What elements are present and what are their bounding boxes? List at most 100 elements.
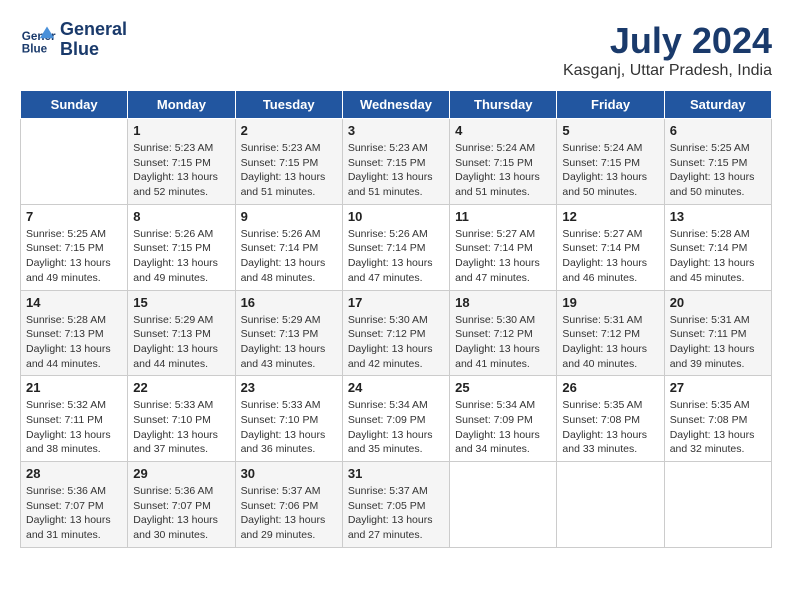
cell-info: Sunrise: 5:26 AM Sunset: 7:14 PM Dayligh… [241,227,337,286]
cell-info: Sunrise: 5:28 AM Sunset: 7:14 PM Dayligh… [670,227,766,286]
cell-info: Sunrise: 5:37 AM Sunset: 7:05 PM Dayligh… [348,484,444,543]
location-subtitle: Kasganj, Uttar Pradesh, India [563,62,772,80]
cell-info: Sunrise: 5:36 AM Sunset: 7:07 PM Dayligh… [26,484,122,543]
table-cell: 25 Sunrise: 5:34 AM Sunset: 7:09 PM Dayli… [450,376,557,462]
table-cell [664,462,771,548]
col-thursday: Thursday [450,91,557,119]
date-number: 3 [348,123,444,138]
date-number: 16 [241,295,337,310]
date-number: 20 [670,295,766,310]
cell-info: Sunrise: 5:24 AM Sunset: 7:15 PM Dayligh… [455,141,551,200]
table-cell: 11Sunrise: 5:27 AM Sunset: 7:14 PM Dayli… [450,204,557,290]
table-cell: 16Sunrise: 5:29 AM Sunset: 7:13 PM Dayli… [235,290,342,376]
date-number: 10 [348,209,444,224]
logo-icon: General Blue [20,22,56,58]
date-number: 29 [133,466,229,481]
table-cell: 4 Sunrise: 5:24 AM Sunset: 7:15 PM Daylig… [450,119,557,205]
cell-info: Sunrise: 5:26 AM Sunset: 7:14 PM Dayligh… [348,227,444,286]
col-saturday: Saturday [664,91,771,119]
cell-info: Sunrise: 5:36 AM Sunset: 7:07 PM Dayligh… [133,484,229,543]
table-cell: 14Sunrise: 5:28 AM Sunset: 7:13 PM Dayli… [21,290,128,376]
cell-info: Sunrise: 5:37 AM Sunset: 7:06 PM Dayligh… [241,484,337,543]
table-cell: 5Sunrise: 5:24 AM Sunset: 7:15 PM Daylig… [557,119,664,205]
week-row-2: 7 Sunrise: 5:25 AM Sunset: 7:15 PM Daylig… [21,204,772,290]
table-cell: 9 Sunrise: 5:26 AM Sunset: 7:14 PM Daylig… [235,204,342,290]
cell-info: Sunrise: 5:24 AM Sunset: 7:15 PM Dayligh… [562,141,658,200]
week-row-4: 21 Sunrise: 5:32 AM Sunset: 7:11 PM Dayli… [21,376,772,462]
table-cell: 17 Sunrise: 5:30 AM Sunset: 7:12 PM Dayli… [342,290,449,376]
logo-text-line1: General [60,20,127,40]
title-section: July 2024 Kasganj, Uttar Pradesh, India [563,20,772,80]
cell-info: Sunrise: 5:28 AM Sunset: 7:13 PM Dayligh… [26,313,122,372]
table-cell: 29 Sunrise: 5:36 AM Sunset: 7:07 PM Dayli… [128,462,235,548]
date-number: 12 [562,209,658,224]
table-cell: 19Sunrise: 5:31 AM Sunset: 7:12 PM Dayli… [557,290,664,376]
table-cell: 12 Sunrise: 5:27 AM Sunset: 7:14 PM Dayli… [557,204,664,290]
cell-info: Sunrise: 5:23 AM Sunset: 7:15 PM Dayligh… [348,141,444,200]
date-number: 7 [26,209,122,224]
month-year-title: July 2024 [563,20,772,62]
cell-info: Sunrise: 5:27 AM Sunset: 7:14 PM Dayligh… [455,227,551,286]
col-wednesday: Wednesday [342,91,449,119]
col-tuesday: Tuesday [235,91,342,119]
table-cell: 13 Sunrise: 5:28 AM Sunset: 7:14 PM Dayli… [664,204,771,290]
table-cell: 1Sunrise: 5:23 AM Sunset: 7:15 PM Daylig… [128,119,235,205]
date-number: 28 [26,466,122,481]
col-friday: Friday [557,91,664,119]
date-number: 31 [348,466,444,481]
date-number: 4 [455,123,551,138]
cell-info: Sunrise: 5:31 AM Sunset: 7:11 PM Dayligh… [670,313,766,372]
cell-info: Sunrise: 5:30 AM Sunset: 7:12 PM Dayligh… [455,313,551,372]
date-number: 2 [241,123,337,138]
cell-info: Sunrise: 5:23 AM Sunset: 7:15 PM Dayligh… [241,141,337,200]
date-number: 8 [133,209,229,224]
table-cell: 31 Sunrise: 5:37 AM Sunset: 7:05 PM Dayli… [342,462,449,548]
cell-info: Sunrise: 5:31 AM Sunset: 7:12 PM Dayligh… [562,313,658,372]
date-number: 21 [26,380,122,395]
cell-info: Sunrise: 5:33 AM Sunset: 7:10 PM Dayligh… [133,398,229,457]
table-cell: 26 Sunrise: 5:35 AM Sunset: 7:08 PM Dayli… [557,376,664,462]
date-number: 25 [455,380,551,395]
cell-info: Sunrise: 5:33 AM Sunset: 7:10 PM Dayligh… [241,398,337,457]
table-cell: 7 Sunrise: 5:25 AM Sunset: 7:15 PM Daylig… [21,204,128,290]
date-number: 26 [562,380,658,395]
week-row-3: 14Sunrise: 5:28 AM Sunset: 7:13 PM Dayli… [21,290,772,376]
date-number: 13 [670,209,766,224]
cell-info: Sunrise: 5:34 AM Sunset: 7:09 PM Dayligh… [455,398,551,457]
table-cell: 8 Sunrise: 5:26 AM Sunset: 7:15 PM Daylig… [128,204,235,290]
date-number: 23 [241,380,337,395]
table-cell: 21 Sunrise: 5:32 AM Sunset: 7:11 PM Dayli… [21,376,128,462]
table-cell: 28 Sunrise: 5:36 AM Sunset: 7:07 PM Dayli… [21,462,128,548]
week-row-5: 28 Sunrise: 5:36 AM Sunset: 7:07 PM Dayli… [21,462,772,548]
date-number: 22 [133,380,229,395]
table-cell: 24 Sunrise: 5:34 AM Sunset: 7:09 PM Dayli… [342,376,449,462]
table-cell: 10 Sunrise: 5:26 AM Sunset: 7:14 PM Dayli… [342,204,449,290]
cell-info: Sunrise: 5:35 AM Sunset: 7:08 PM Dayligh… [562,398,658,457]
table-cell: 2 Sunrise: 5:23 AM Sunset: 7:15 PM Daylig… [235,119,342,205]
cell-info: Sunrise: 5:27 AM Sunset: 7:14 PM Dayligh… [562,227,658,286]
cell-info: Sunrise: 5:30 AM Sunset: 7:12 PM Dayligh… [348,313,444,372]
cell-info: Sunrise: 5:29 AM Sunset: 7:13 PM Dayligh… [133,313,229,372]
cell-info: Sunrise: 5:25 AM Sunset: 7:15 PM Dayligh… [26,227,122,286]
table-cell: 23 Sunrise: 5:33 AM Sunset: 7:10 PM Dayli… [235,376,342,462]
date-number: 1 [133,123,229,138]
date-number: 24 [348,380,444,395]
cell-info: Sunrise: 5:34 AM Sunset: 7:09 PM Dayligh… [348,398,444,457]
cell-info: Sunrise: 5:26 AM Sunset: 7:15 PM Dayligh… [133,227,229,286]
table-cell [450,462,557,548]
header-row: Sunday Monday Tuesday Wednesday Thursday… [21,91,772,119]
cell-info: Sunrise: 5:25 AM Sunset: 7:15 PM Dayligh… [670,141,766,200]
cell-info: Sunrise: 5:32 AM Sunset: 7:11 PM Dayligh… [26,398,122,457]
logo: General Blue General Blue [20,20,127,60]
logo-text-line2: Blue [60,40,127,60]
page-header: General Blue General Blue July 2024 Kasg… [20,20,772,80]
col-sunday: Sunday [21,91,128,119]
date-number: 9 [241,209,337,224]
table-cell: 3 Sunrise: 5:23 AM Sunset: 7:15 PM Daylig… [342,119,449,205]
week-row-1: 1 Sunrise: 5:23 AM Sunset: 7:15 PM Daylig… [21,119,772,205]
table-cell: 18Sunrise: 5:30 AM Sunset: 7:12 PM Dayli… [450,290,557,376]
col-monday: Monday [128,91,235,119]
cell-info: Sunrise: 5:35 AM Sunset: 7:08 PM Dayligh… [670,398,766,457]
table-cell: 27Sunrise: 5:35 AM Sunset: 7:08 PM Dayli… [664,376,771,462]
date-number: 17 [348,295,444,310]
